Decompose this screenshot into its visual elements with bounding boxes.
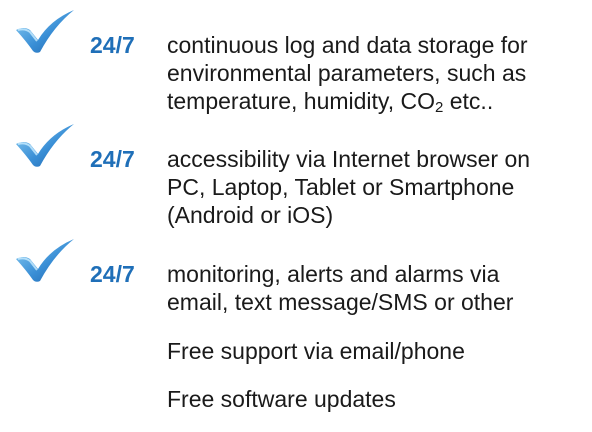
feature-1-tag: 24/7	[90, 32, 135, 58]
feature-list: 24/7 continuous log and data storage for…	[0, 0, 592, 432]
feature-2-line-2: PC, Laptop, Tablet or Smartphone	[167, 174, 515, 200]
checkmark-icon	[16, 124, 74, 167]
feature-3-line-2: email, text message/SMS or other	[167, 289, 514, 315]
feature-1-line-2: environmental parameters, such as	[167, 60, 527, 86]
feature-1-line-3-suffix: etc..	[443, 88, 494, 114]
feature-1-line-1: continuous log and data storage for	[167, 32, 528, 58]
feature-1-line-3-text: temperature, humidity, CO	[167, 88, 436, 114]
extra-free-updates: Free software updates	[167, 386, 396, 412]
feature-1-line-3: temperature, humidity, CO2 etc..	[167, 87, 493, 115]
extra-free-support: Free support via email/phone	[167, 338, 465, 364]
checkmark-icon	[16, 239, 74, 282]
feature-2-tag: 24/7	[90, 146, 135, 172]
checkmark-icon	[16, 10, 74, 53]
feature-2-line-1: accessibility via Internet browser on	[167, 146, 531, 172]
feature-3-line-1: monitoring, alerts and alarms via	[167, 261, 500, 287]
feature-2-line-3: (Android or iOS)	[167, 202, 334, 228]
feature-3-tag: 24/7	[90, 261, 135, 287]
